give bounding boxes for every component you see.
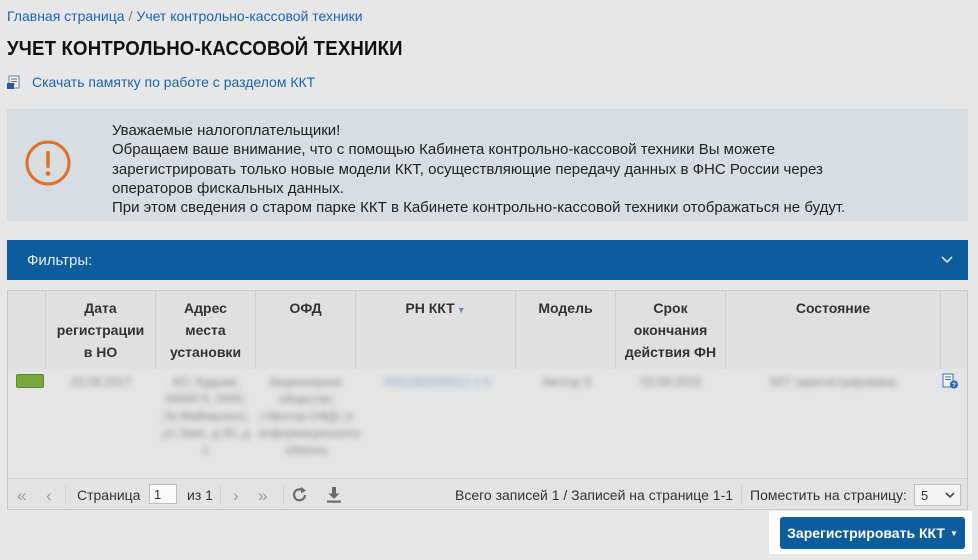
column-label: РН ККТ — [405, 300, 455, 316]
filters-label: Фильтры: — [27, 251, 93, 269]
last-page-icon[interactable]: » — [258, 486, 267, 506]
page-number-input[interactable] — [149, 484, 177, 504]
records-summary: Всего записей 1 / Записей на странице 1-… — [455, 487, 734, 503]
pagination-bar: « ‹ Страница из 1 › » Всего записей 1 / … — [8, 478, 967, 511]
register-kkt-button[interactable]: Зарегистрировать ККТ ▼ — [780, 517, 965, 549]
per-page-label: Поместить на страницу: — [750, 487, 907, 503]
memo-download-link[interactable]: Скачать памятку по работе с разделом ККТ — [7, 74, 315, 90]
sort-desc-icon: ▼ — [456, 305, 466, 315]
page-title: УЧЕТ КОНТРОЛЬНО-КАССОВОЙ ТЕХНИКИ — [7, 38, 403, 60]
column-header-fn-expiry[interactable]: Срок окончания действия ФН — [616, 291, 726, 369]
svg-text:?: ? — [952, 382, 956, 389]
cell-model: Эвотор 5 — [541, 375, 591, 389]
cell-ofd: Акционерное общество «Эвотор-ОФД» и инфо… — [258, 375, 361, 457]
caret-down-icon: ▼ — [949, 528, 958, 538]
kkt-table: Дата регистрации в НО Адрес места устано… — [7, 290, 968, 510]
notice-text: Уважаемые налогоплательщики! Обращаем ва… — [112, 121, 845, 217]
column-header-status[interactable]: Состояние — [726, 291, 941, 369]
page-total-label: из 1 — [187, 487, 213, 503]
cell-address: АО, Кудымк, 00000 К, 0000, Ла Майовского… — [162, 375, 250, 457]
column-header-address[interactable]: Адрес места установки — [156, 291, 256, 369]
table-header: Дата регистрации в НО Адрес места устано… — [8, 291, 967, 370]
notice-line: зарегистрировать только новые модели ККТ… — [112, 160, 823, 178]
cell-rn-kkt-link[interactable]: 0001382000013 1 0 — [363, 374, 511, 391]
column-label: Дата регистрации в НО — [56, 300, 145, 360]
column-label: Модель — [538, 300, 593, 316]
status-column-header — [8, 291, 46, 369]
notice-line: При этом сведения о старом парке ККТ в К… — [112, 199, 846, 217]
chevron-down-icon — [945, 491, 955, 498]
status-indicator — [16, 374, 44, 388]
filters-panel-header[interactable]: Фильтры: — [7, 240, 968, 280]
breadcrumb-home-link[interactable]: Главная страница — [7, 8, 125, 24]
column-header-ofd[interactable]: ОФД — [256, 291, 356, 369]
refresh-icon[interactable] — [291, 486, 309, 504]
column-label: ОФД — [289, 300, 322, 316]
cell-status: ККТ зарегистрирована — [770, 375, 896, 389]
per-page-value: 5 — [921, 487, 929, 503]
column-label: Адрес места установки — [169, 300, 242, 360]
cell-fn-expiry: 03.08.2018 — [640, 375, 702, 389]
divider — [220, 485, 221, 505]
column-label: Срок окончания действия ФН — [624, 300, 717, 360]
memo-link-text[interactable]: Скачать памятку по работе с разделом ККТ — [32, 74, 315, 90]
page-label: Страница — [77, 487, 141, 503]
notice-line: Обращаем ваше внимание, что с помощью Ка… — [112, 141, 776, 159]
first-page-icon[interactable]: « — [17, 486, 26, 506]
actions-column-header — [941, 291, 967, 369]
column-header-rn-kkt[interactable]: РН ККТ ▼ — [356, 291, 516, 369]
breadcrumb: Главная страница / Учет контрольно-кассово… — [7, 8, 363, 24]
document-info-icon[interactable]: ? — [942, 373, 958, 389]
per-page-select[interactable]: 5 — [914, 484, 961, 506]
download-icon[interactable] — [326, 486, 342, 504]
divider — [741, 485, 742, 505]
column-label: Состояние — [795, 300, 871, 316]
cell-registration-date: 03.08.2017 — [70, 375, 132, 389]
prev-page-icon[interactable]: ‹ — [46, 486, 52, 506]
next-page-icon[interactable]: › — [233, 486, 239, 506]
register-button-highlight: Зарегистрировать ККТ ▼ — [769, 511, 972, 554]
notice-line: операторов фискальных данных. — [112, 179, 344, 197]
notice-line: Уважаемые налогоплательщики! — [112, 122, 341, 139]
breadcrumb-separator: / — [128, 8, 133, 24]
notice-panel: Уважаемые налогоплательщики! Обращаем ва… — [7, 109, 968, 221]
exclamation-circle-icon — [25, 140, 71, 186]
column-header-registration-date[interactable]: Дата регистрации в НО — [46, 291, 156, 369]
breadcrumb-current-link[interactable]: Учет контрольно-кассовой техники — [136, 8, 362, 24]
column-header-model[interactable]: Модель — [516, 291, 616, 369]
chevron-down-icon[interactable] — [941, 256, 953, 264]
divider — [65, 485, 66, 505]
document-download-icon — [7, 75, 20, 89]
divider — [283, 485, 284, 505]
register-button-label: Зарегистрировать ККТ — [787, 525, 945, 541]
